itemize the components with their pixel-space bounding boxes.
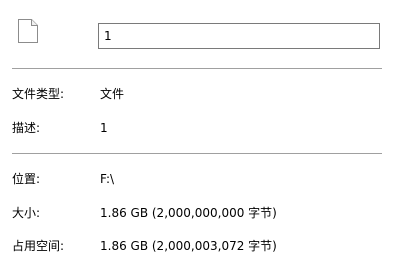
description-label: 描述:	[12, 121, 41, 135]
divider	[12, 153, 382, 154]
description-value: 1	[100, 121, 108, 135]
file-name-input[interactable]	[98, 23, 380, 49]
location-label: 位置:	[12, 172, 41, 186]
divider	[12, 68, 382, 69]
file-type-label: 文件类型:	[12, 87, 65, 101]
size-value: 1.86 GB (2,000,000,000 字节)	[100, 206, 277, 220]
file-icon	[17, 18, 39, 44]
file-type-value: 文件	[100, 87, 125, 101]
size-label: 大小:	[12, 206, 41, 220]
size-on-disk-label: 占用空间:	[12, 239, 65, 253]
size-on-disk-value: 1.86 GB (2,000,003,072 字节)	[100, 239, 277, 253]
location-value: F:\	[100, 172, 115, 186]
